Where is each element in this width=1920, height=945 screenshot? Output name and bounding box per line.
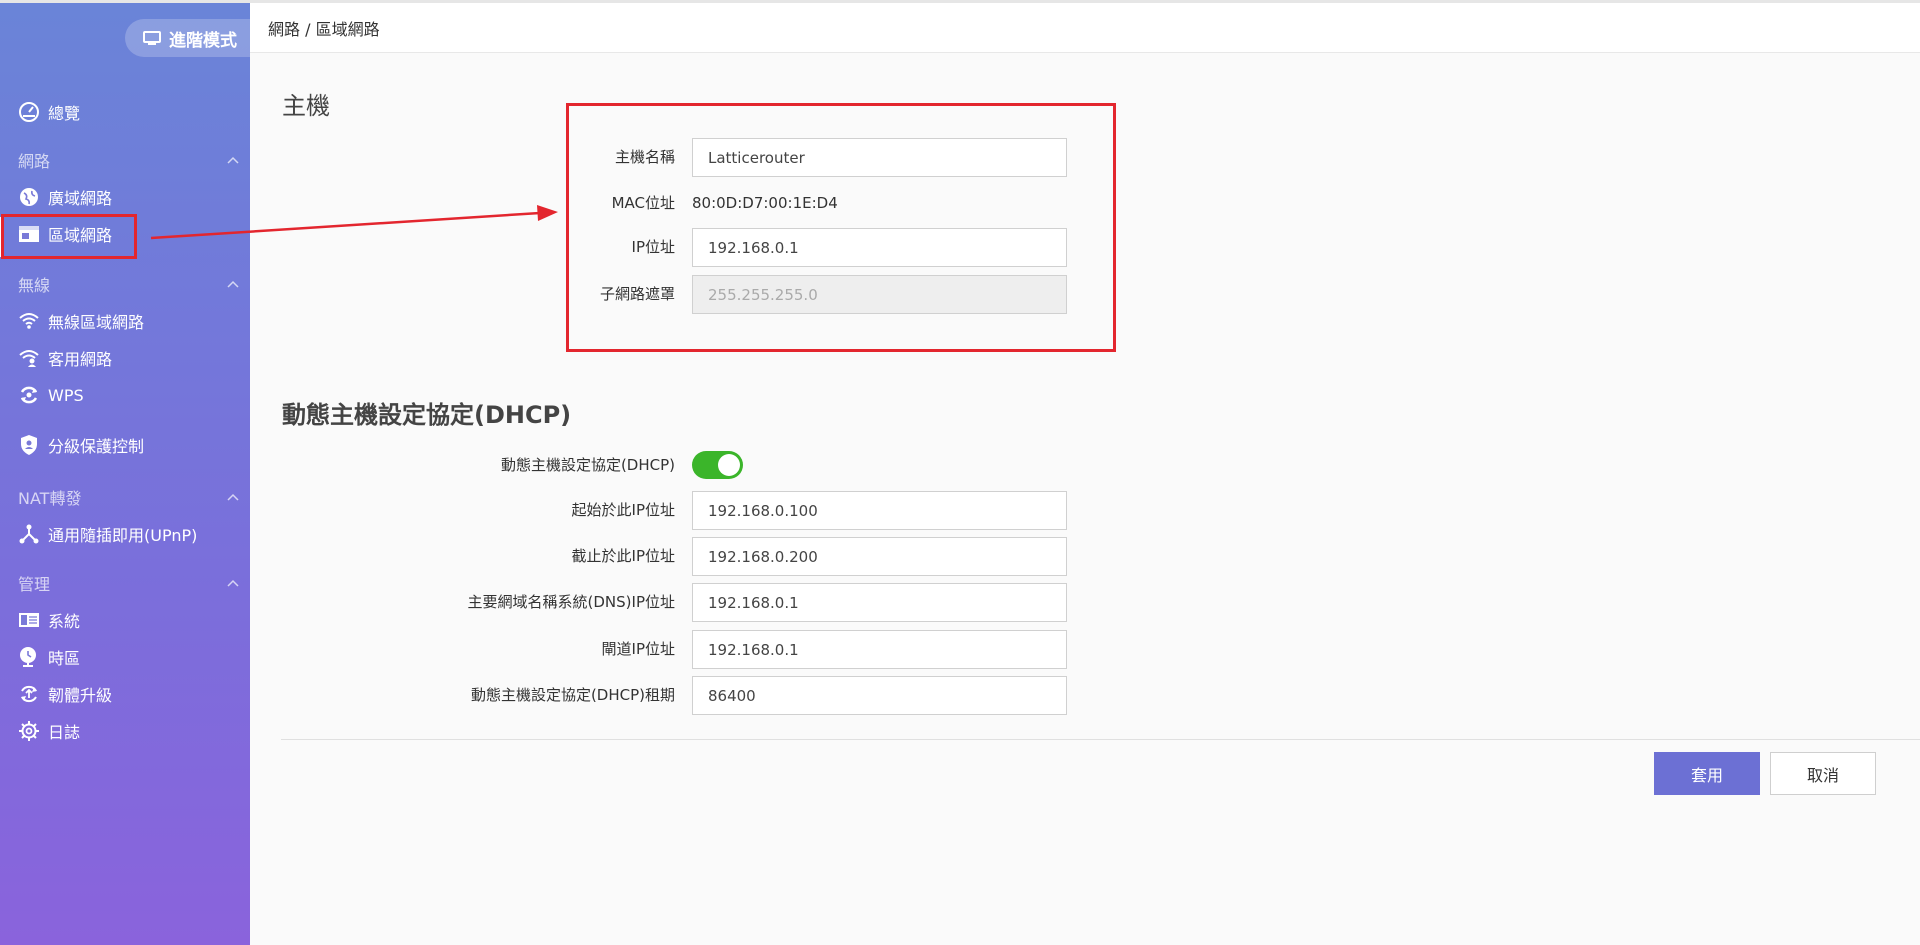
toggle-knob [718, 454, 740, 476]
gear-icon [18, 720, 40, 742]
sidebar-item-label: 韌體升級 [48, 686, 113, 705]
gateway-input[interactable] [692, 630, 1067, 669]
sidebar-section-management[interactable]: 管理 [18, 571, 240, 595]
cancel-button[interactable]: 取消 [1770, 752, 1876, 795]
dhcp-start-label: 起始於此IP位址 [571, 501, 675, 519]
sidebar-item-timezone[interactable]: 時區 [18, 642, 80, 672]
gateway-label: 閘道IP位址 [601, 640, 675, 658]
system-panel-icon [18, 609, 40, 631]
sidebar-section-label: NAT轉發 [18, 489, 82, 508]
sidebar-item-label: 時區 [48, 649, 81, 668]
sidebar-item-label: 廣域網路 [48, 189, 113, 208]
sidebar-item-label: 日誌 [48, 723, 81, 742]
sidebar-section-wireless[interactable]: 無線 [18, 272, 240, 296]
sidebar-item-system[interactable]: 系統 [18, 605, 80, 635]
globe-icon [18, 186, 40, 208]
dhcp-toggle[interactable] [692, 451, 743, 479]
sidebar-item-label: 總覽 [48, 104, 81, 123]
advanced-mode-label: 進階模式 [169, 30, 237, 51]
apply-button[interactable]: 套用 [1654, 752, 1760, 795]
lease-time-input[interactable] [692, 676, 1067, 715]
advanced-mode-button[interactable]: 進階模式 [125, 19, 253, 57]
sidebar-section-network[interactable]: 網路 [18, 148, 240, 172]
dhcp-enable-label: 動態主機設定協定(DHCP) [500, 456, 675, 474]
annotation-box-host [566, 103, 1116, 352]
dashboard-icon [18, 101, 40, 123]
wps-icon [18, 384, 40, 406]
sidebar-item-upnp[interactable]: 通用隨插即用(UPnP) [18, 519, 197, 549]
sidebar-item-overview[interactable]: 總覽 [18, 97, 80, 127]
chevron-up-icon [227, 156, 239, 164]
breadcrumb: 網路 / 區域網路 [250, 3, 1920, 53]
globe-clock-icon [18, 646, 40, 668]
wifi-icon [18, 310, 40, 332]
dhcp-start-input[interactable] [692, 491, 1067, 530]
breadcrumb-text: 網路 / 區域網路 [268, 19, 380, 39]
network-nodes-icon [18, 523, 40, 545]
sidebar-item-label: 客用網路 [48, 350, 113, 369]
dns-input[interactable] [692, 583, 1067, 622]
chevron-up-icon [227, 280, 239, 288]
sidebar-section-nat[interactable]: NAT轉發 [18, 485, 240, 509]
firmware-upgrade-icon [18, 683, 40, 705]
divider [281, 739, 1920, 740]
guest-wifi-icon [18, 347, 40, 369]
shield-user-icon [18, 434, 40, 456]
sidebar-section-label: 管理 [18, 575, 51, 594]
sidebar-section-label: 無線 [18, 276, 51, 295]
sidebar-item-wan[interactable]: 廣域網路 [18, 182, 112, 212]
sidebar-item-label: 系統 [48, 612, 81, 631]
sidebar-item-label: 無線區域網路 [48, 313, 145, 332]
sidebar-item-label: WPS [48, 385, 84, 405]
annotation-box-lan [1, 214, 137, 259]
sidebar-item-parental[interactable]: 分級保護控制 [18, 430, 144, 460]
dhcp-end-input[interactable] [692, 537, 1067, 576]
sidebar-item-log[interactable]: 日誌 [18, 716, 80, 746]
sidebar-item-label: 分級保護控制 [48, 437, 145, 456]
sidebar-item-firmware[interactable]: 韌體升級 [18, 679, 112, 709]
sidebar-item-label: 通用隨插即用(UPnP) [48, 526, 198, 545]
chevron-up-icon [227, 579, 239, 587]
host-section-title: 主機 [282, 92, 330, 120]
lease-time-label: 動態主機設定協定(DHCP)租期 [470, 686, 675, 704]
chevron-up-icon [227, 493, 239, 501]
sidebar: 進階模式 總覽 網路 廣域網路 區域網路 無線 無線區域網路 客用網路 WPS … [0, 3, 253, 945]
sidebar-item-guest[interactable]: 客用網路 [18, 343, 112, 373]
monitor-icon [143, 31, 161, 45]
sidebar-section-label: 網路 [18, 152, 51, 171]
sidebar-item-wlan[interactable]: 無線區域網路 [18, 306, 144, 336]
sidebar-item-wps[interactable]: WPS [18, 380, 84, 410]
dhcp-end-label: 截止於此IP位址 [571, 547, 675, 565]
dhcp-section-title: 動態主機設定協定(DHCP) [282, 401, 572, 429]
dns-label: 主要網域名稱系統(DNS)IP位址 [467, 593, 675, 611]
